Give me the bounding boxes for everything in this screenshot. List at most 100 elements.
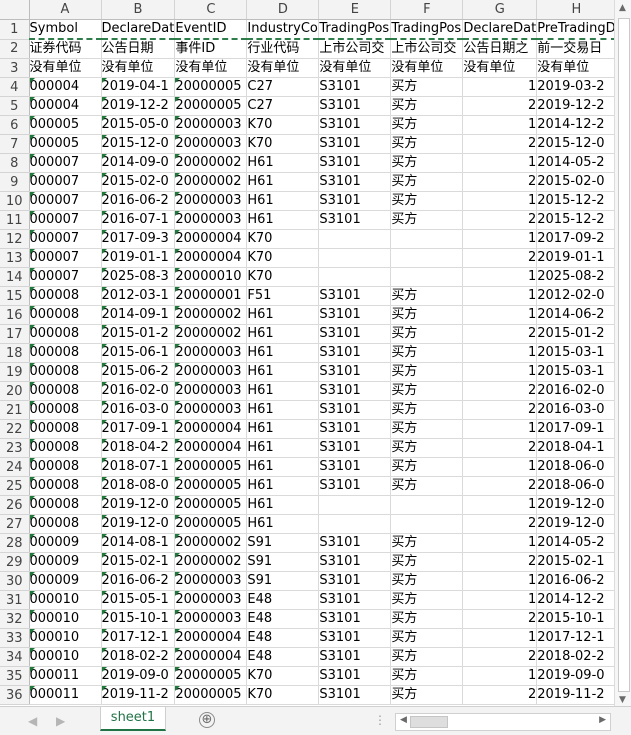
row-header[interactable]: 1: [0, 19, 30, 40]
row-header[interactable]: 28: [0, 533, 30, 553]
cell[interactable]: 20000003: [174, 400, 248, 420]
cell[interactable]: 2015-03-1: [536, 343, 617, 363]
cell[interactable]: 2015-05-1: [101, 590, 176, 610]
cell[interactable]: S3101: [318, 343, 392, 363]
cell[interactable]: 000007: [29, 153, 102, 173]
cell[interactable]: K70: [246, 267, 320, 287]
cell[interactable]: H61: [246, 476, 320, 496]
row-header[interactable]: 32: [0, 609, 30, 629]
cell[interactable]: 2014-05-2: [536, 153, 617, 173]
row-header[interactable]: 9: [0, 172, 30, 192]
cell[interactable]: 2015-02-0: [101, 172, 176, 192]
cell[interactable]: 2015-01-2: [536, 324, 617, 344]
cell[interactable]: F51: [246, 286, 320, 306]
cell[interactable]: K70: [246, 248, 320, 268]
cell[interactable]: S3101: [318, 96, 392, 116]
cell[interactable]: 000007: [29, 229, 102, 249]
cell[interactable]: 2015-02-1: [536, 552, 617, 572]
cell[interactable]: 2016-06-2: [101, 571, 176, 591]
cell[interactable]: 2014-05-2: [536, 533, 617, 553]
cell[interactable]: 买方: [390, 134, 464, 154]
cell[interactable]: 买方: [390, 96, 464, 116]
cell[interactable]: 2016-02-0: [536, 381, 617, 401]
cell[interactable]: K70: [246, 115, 320, 135]
cell[interactable]: [390, 267, 464, 287]
cell[interactable]: 买方: [390, 343, 464, 363]
cell[interactable]: 000008: [29, 400, 102, 420]
cell[interactable]: 000011: [29, 666, 102, 686]
cell[interactable]: 买方: [390, 685, 464, 705]
cell[interactable]: 000008: [29, 381, 102, 401]
cell[interactable]: 2017-12-1: [101, 628, 176, 648]
cell[interactable]: 000010: [29, 609, 102, 629]
cell[interactable]: S3101: [318, 419, 392, 439]
column-header-b[interactable]: B: [101, 0, 176, 20]
cell[interactable]: 上市公司交: [318, 39, 392, 59]
cell[interactable]: K70: [246, 666, 320, 686]
cell[interactable]: S3101: [318, 381, 392, 401]
cell[interactable]: 2: [462, 324, 538, 344]
cell[interactable]: [318, 248, 392, 268]
cell[interactable]: [390, 495, 464, 515]
cell[interactable]: 2: [462, 647, 538, 667]
cell[interactable]: 2019-11-2: [101, 685, 176, 705]
cell[interactable]: H61: [246, 153, 320, 173]
cell[interactable]: DeclareDat: [101, 19, 176, 40]
scroll-left-arrow-icon[interactable]: ◀: [400, 715, 407, 725]
cell[interactable]: 1: [462, 343, 538, 363]
cell[interactable]: 2019-12-0: [101, 514, 176, 534]
row-header[interactable]: 2: [0, 39, 30, 59]
cell[interactable]: TradingPos: [318, 19, 392, 40]
horizontal-scroll-thumb[interactable]: [410, 716, 448, 728]
cell[interactable]: S3101: [318, 305, 392, 325]
cell[interactable]: 000010: [29, 647, 102, 667]
cell[interactable]: S3101: [318, 115, 392, 135]
cell[interactable]: S3101: [318, 134, 392, 154]
cell[interactable]: 000008: [29, 476, 102, 496]
cell[interactable]: 买方: [390, 153, 464, 173]
cell[interactable]: H61: [246, 438, 320, 458]
cell[interactable]: 2: [462, 552, 538, 572]
vertical-scrollbar[interactable]: ▲ ▼: [614, 0, 631, 712]
cell[interactable]: 20000003: [174, 191, 248, 211]
cell[interactable]: 1: [462, 457, 538, 477]
cell[interactable]: 000008: [29, 438, 102, 458]
row-header[interactable]: 10: [0, 191, 30, 211]
cell[interactable]: 行业代码: [246, 39, 320, 59]
column-header-g[interactable]: G: [462, 0, 538, 20]
cell[interactable]: H61: [246, 191, 320, 211]
row-header[interactable]: 11: [0, 210, 30, 230]
cell-grid[interactable]: ABCDEFGH 1 Symbol DeclareDat EventID Industr…: [0, 0, 617, 705]
cell[interactable]: 2016-06-2: [536, 571, 617, 591]
row-header[interactable]: 27: [0, 514, 30, 534]
cell[interactable]: 买方: [390, 571, 464, 591]
row-header[interactable]: 24: [0, 457, 30, 477]
cell[interactable]: H61: [246, 514, 320, 534]
cell[interactable]: 20000005: [174, 476, 248, 496]
cell[interactable]: S3101: [318, 286, 392, 306]
cell[interactable]: H61: [246, 362, 320, 382]
row-header[interactable]: 6: [0, 115, 30, 135]
cell[interactable]: 2017-09-2: [536, 229, 617, 249]
cell[interactable]: 20000003: [174, 134, 248, 154]
cell[interactable]: EventID: [174, 19, 248, 40]
cell[interactable]: 没有单位: [174, 58, 248, 78]
row-header[interactable]: 29: [0, 552, 30, 572]
cell[interactable]: 000011: [29, 685, 102, 705]
next-sheet-arrow-icon[interactable]: ▶: [56, 714, 65, 728]
row-header[interactable]: 3: [0, 58, 30, 78]
cell[interactable]: 1: [462, 419, 538, 439]
cell[interactable]: 买方: [390, 115, 464, 135]
cell[interactable]: 20000003: [174, 590, 248, 610]
cell[interactable]: 2014-06-2: [536, 305, 617, 325]
cell[interactable]: 2014-12-2: [536, 115, 617, 135]
column-header-h[interactable]: H: [536, 0, 617, 20]
cell[interactable]: 20000002: [174, 324, 248, 344]
cell[interactable]: 2015-06-1: [101, 343, 176, 363]
cell[interactable]: 000008: [29, 343, 102, 363]
cell[interactable]: 2025-08-3: [101, 267, 176, 287]
cell[interactable]: 000009: [29, 533, 102, 553]
prev-sheet-arrow-icon[interactable]: ◀: [28, 714, 37, 728]
cell[interactable]: 2018-07-1: [101, 457, 176, 477]
scroll-down-arrow-icon[interactable]: ▼: [619, 695, 626, 705]
